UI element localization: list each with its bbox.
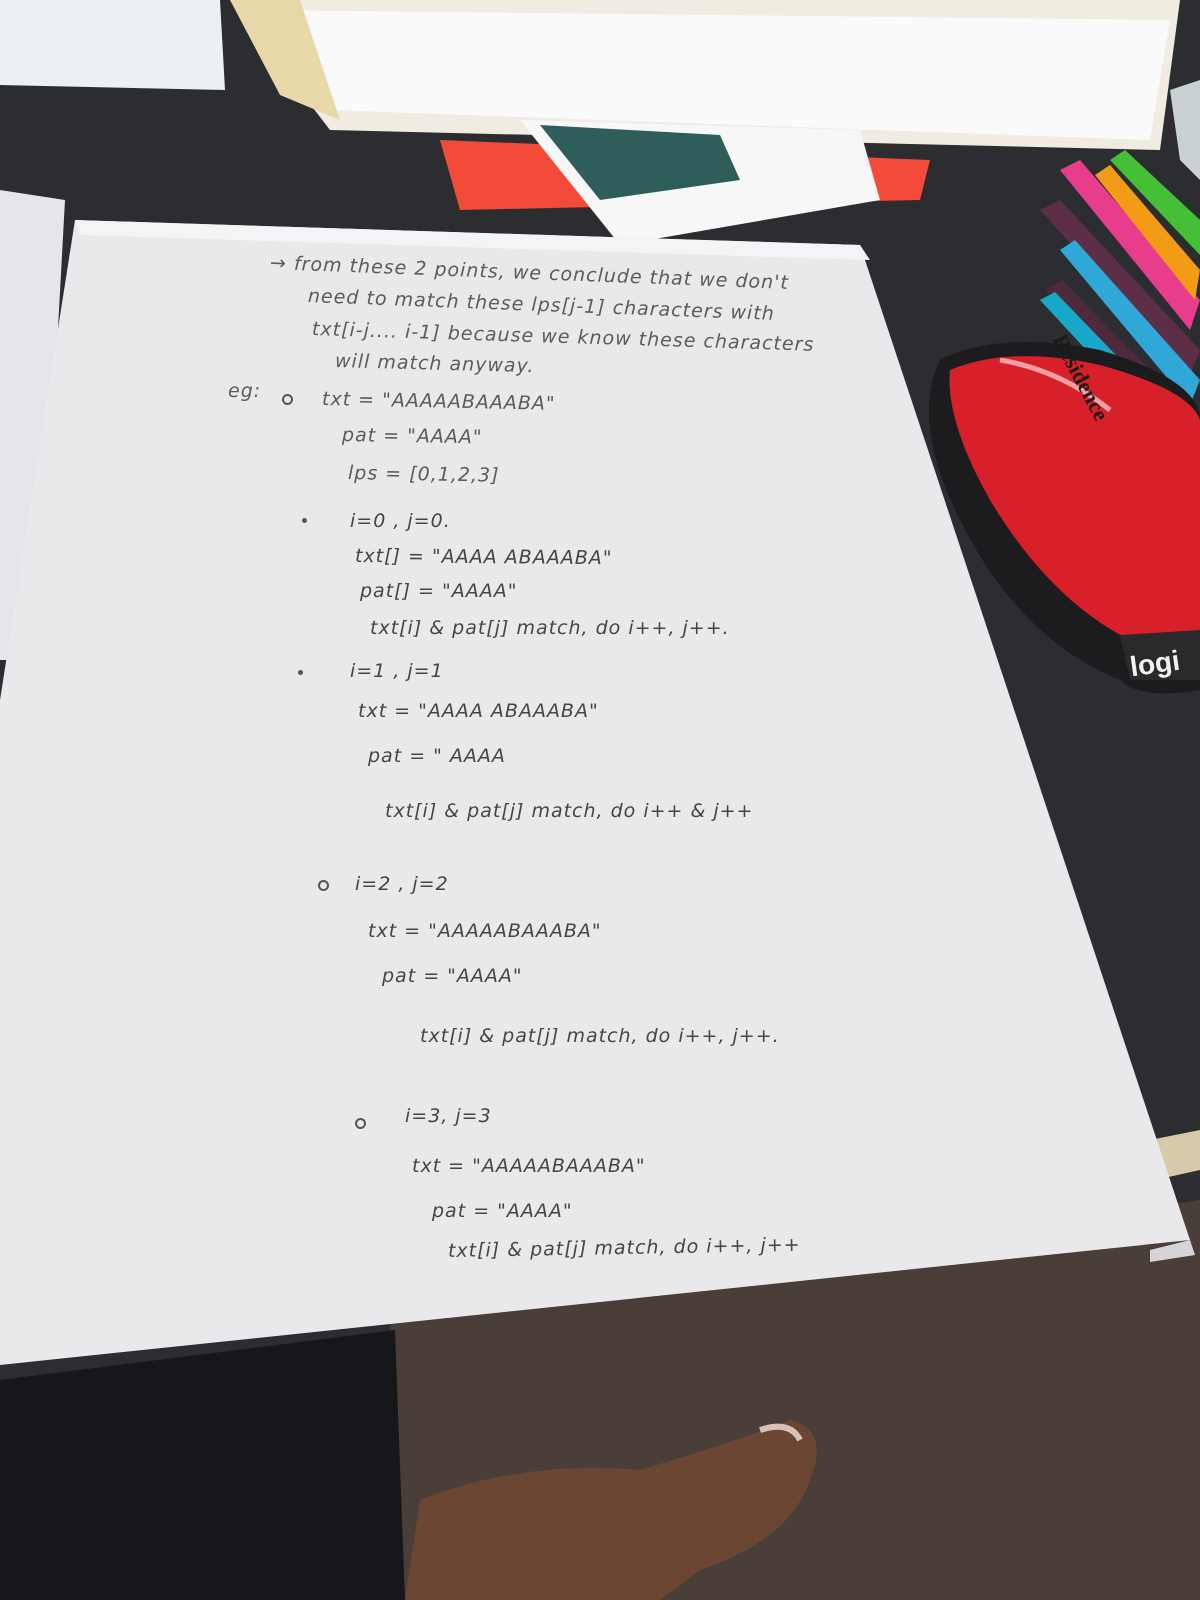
mouse-logo-text: logi xyxy=(1128,644,1182,683)
paper-top-left xyxy=(0,0,225,90)
photo-scene: → from these 2 points, we conclude that … xyxy=(0,0,1200,1600)
background-objects xyxy=(0,0,1200,1600)
